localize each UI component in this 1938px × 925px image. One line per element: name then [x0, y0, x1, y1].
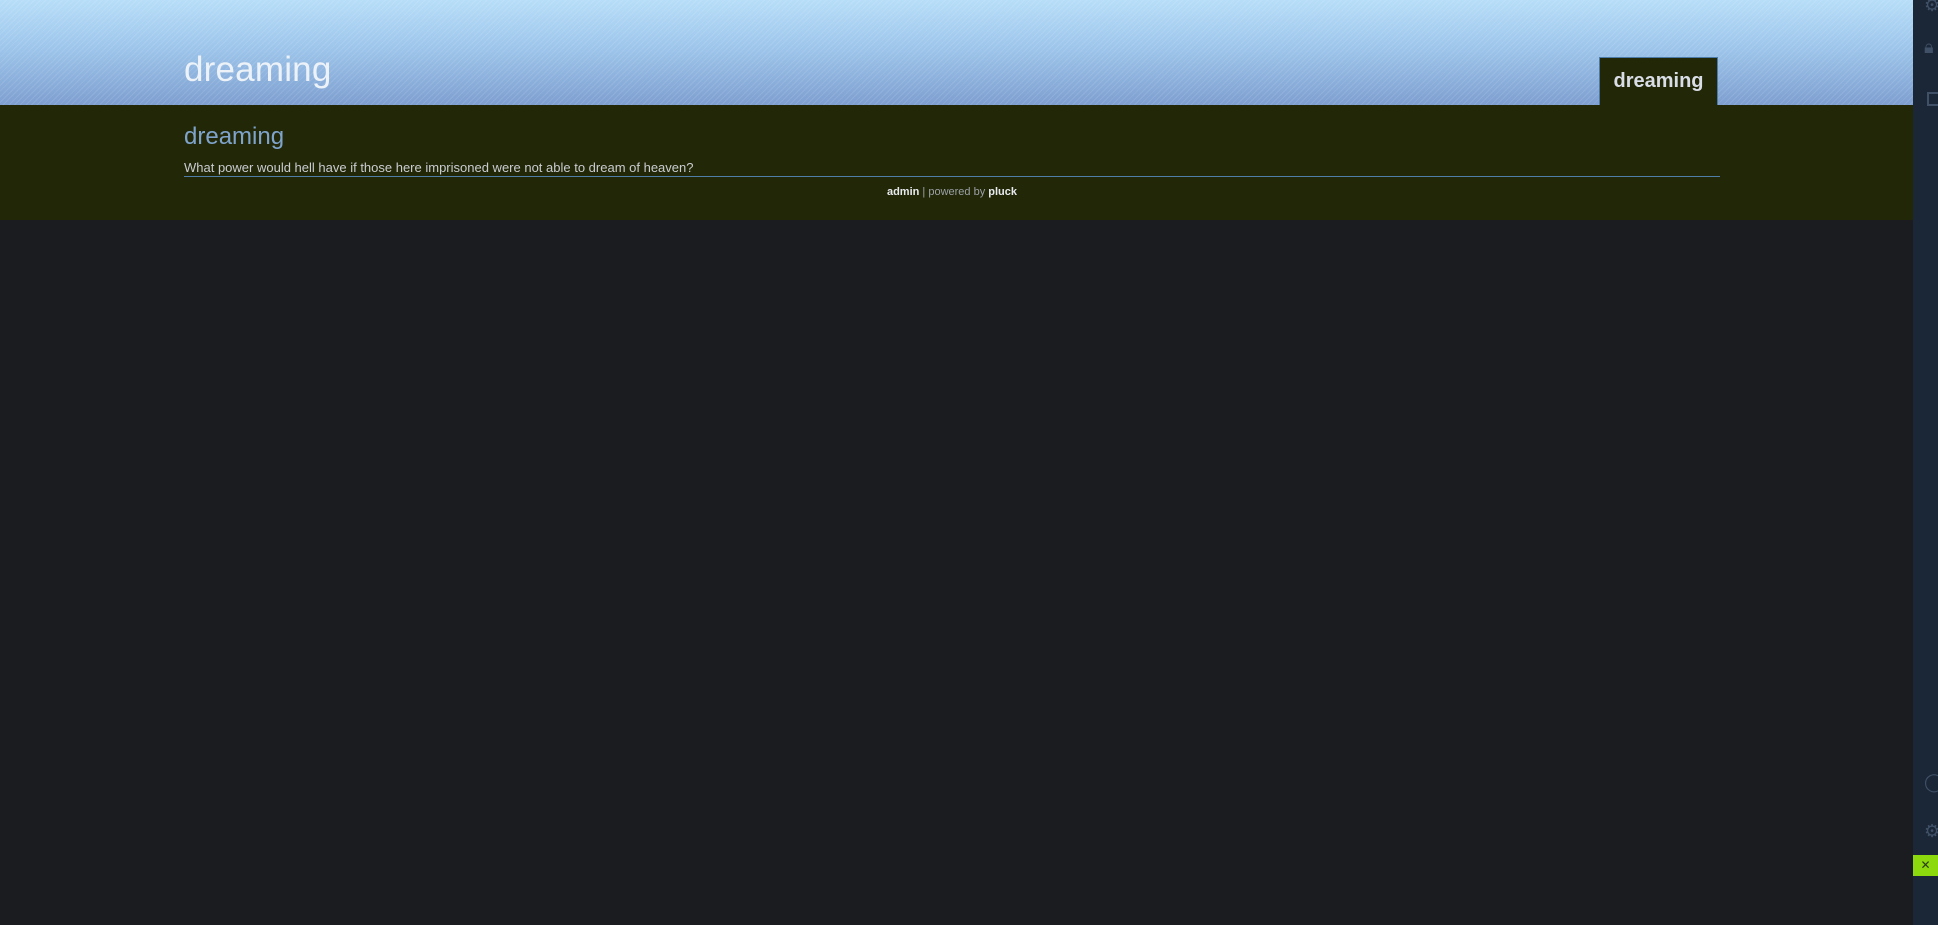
settings-icon[interactable]: ⚙ — [1924, 0, 1938, 14]
site-header: dreaming dreaming — [0, 0, 1913, 106]
close-icon[interactable]: ✕ — [1913, 855, 1938, 876]
nav-tab-dreaming[interactable]: dreaming — [1599, 57, 1718, 105]
user-icon[interactable]: ◯ — [1924, 773, 1938, 791]
layout-icon[interactable] — [1927, 92, 1938, 106]
admin-link[interactable]: admin — [887, 186, 919, 198]
lock-icon[interactable]: 🔒︎ — [1924, 38, 1938, 56]
side-rail: ⚙ 🔒︎ ◯ ⚙ ✕ — [1913, 0, 1938, 925]
content-area: dreaming What power would hell have if t… — [0, 105, 1913, 220]
pluck-link[interactable]: pluck — [988, 186, 1017, 198]
page: dreaming dreaming dreaming What power wo… — [0, 0, 1913, 925]
site-title[interactable]: dreaming — [184, 52, 332, 87]
powered-by-text: | powered by — [919, 186, 989, 198]
page-heading: dreaming — [184, 123, 285, 150]
footer: admin | powered by pluck — [184, 187, 1720, 198]
gear-icon[interactable]: ⚙ — [1924, 822, 1938, 840]
page-body-text: What power would hell have if those here… — [184, 160, 694, 175]
footer-divider — [184, 176, 1720, 177]
